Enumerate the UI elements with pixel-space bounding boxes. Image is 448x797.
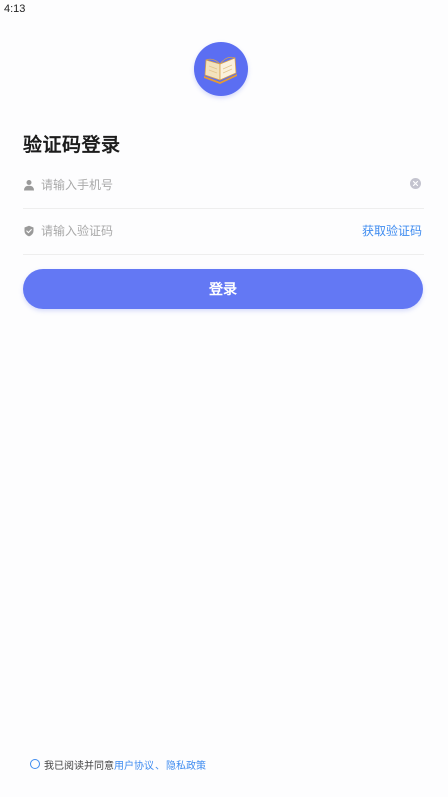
privacy-policy-link[interactable]: 隐私政策: [166, 757, 206, 772]
agree-checkbox[interactable]: [30, 759, 40, 769]
code-input[interactable]: [41, 220, 341, 242]
get-code-button[interactable]: 获取验证码: [362, 222, 422, 239]
shield-icon: [24, 225, 34, 237]
login-button[interactable]: 登录: [23, 269, 423, 309]
clear-phone-button[interactable]: [410, 178, 421, 189]
status-bar: 4:13: [0, 0, 448, 24]
status-time: 4:13: [4, 3, 26, 15]
clear-icon: [412, 180, 419, 187]
agreement-row: 我已阅读并同意 用户协议 、 隐私政策: [30, 756, 206, 772]
user-agreement-link[interactable]: 用户协议: [114, 757, 154, 772]
phone-field-row: [23, 162, 424, 209]
agreement-separator: 、: [155, 760, 165, 772]
user-icon: [24, 180, 34, 191]
open-book-icon: [204, 56, 237, 84]
agree-text: 我已阅读并同意: [44, 760, 114, 772]
app-logo: [194, 42, 248, 96]
phone-input[interactable]: [41, 174, 341, 196]
code-field-row: 获取验证码: [23, 208, 424, 255]
page-title: 验证码登录: [23, 134, 121, 156]
